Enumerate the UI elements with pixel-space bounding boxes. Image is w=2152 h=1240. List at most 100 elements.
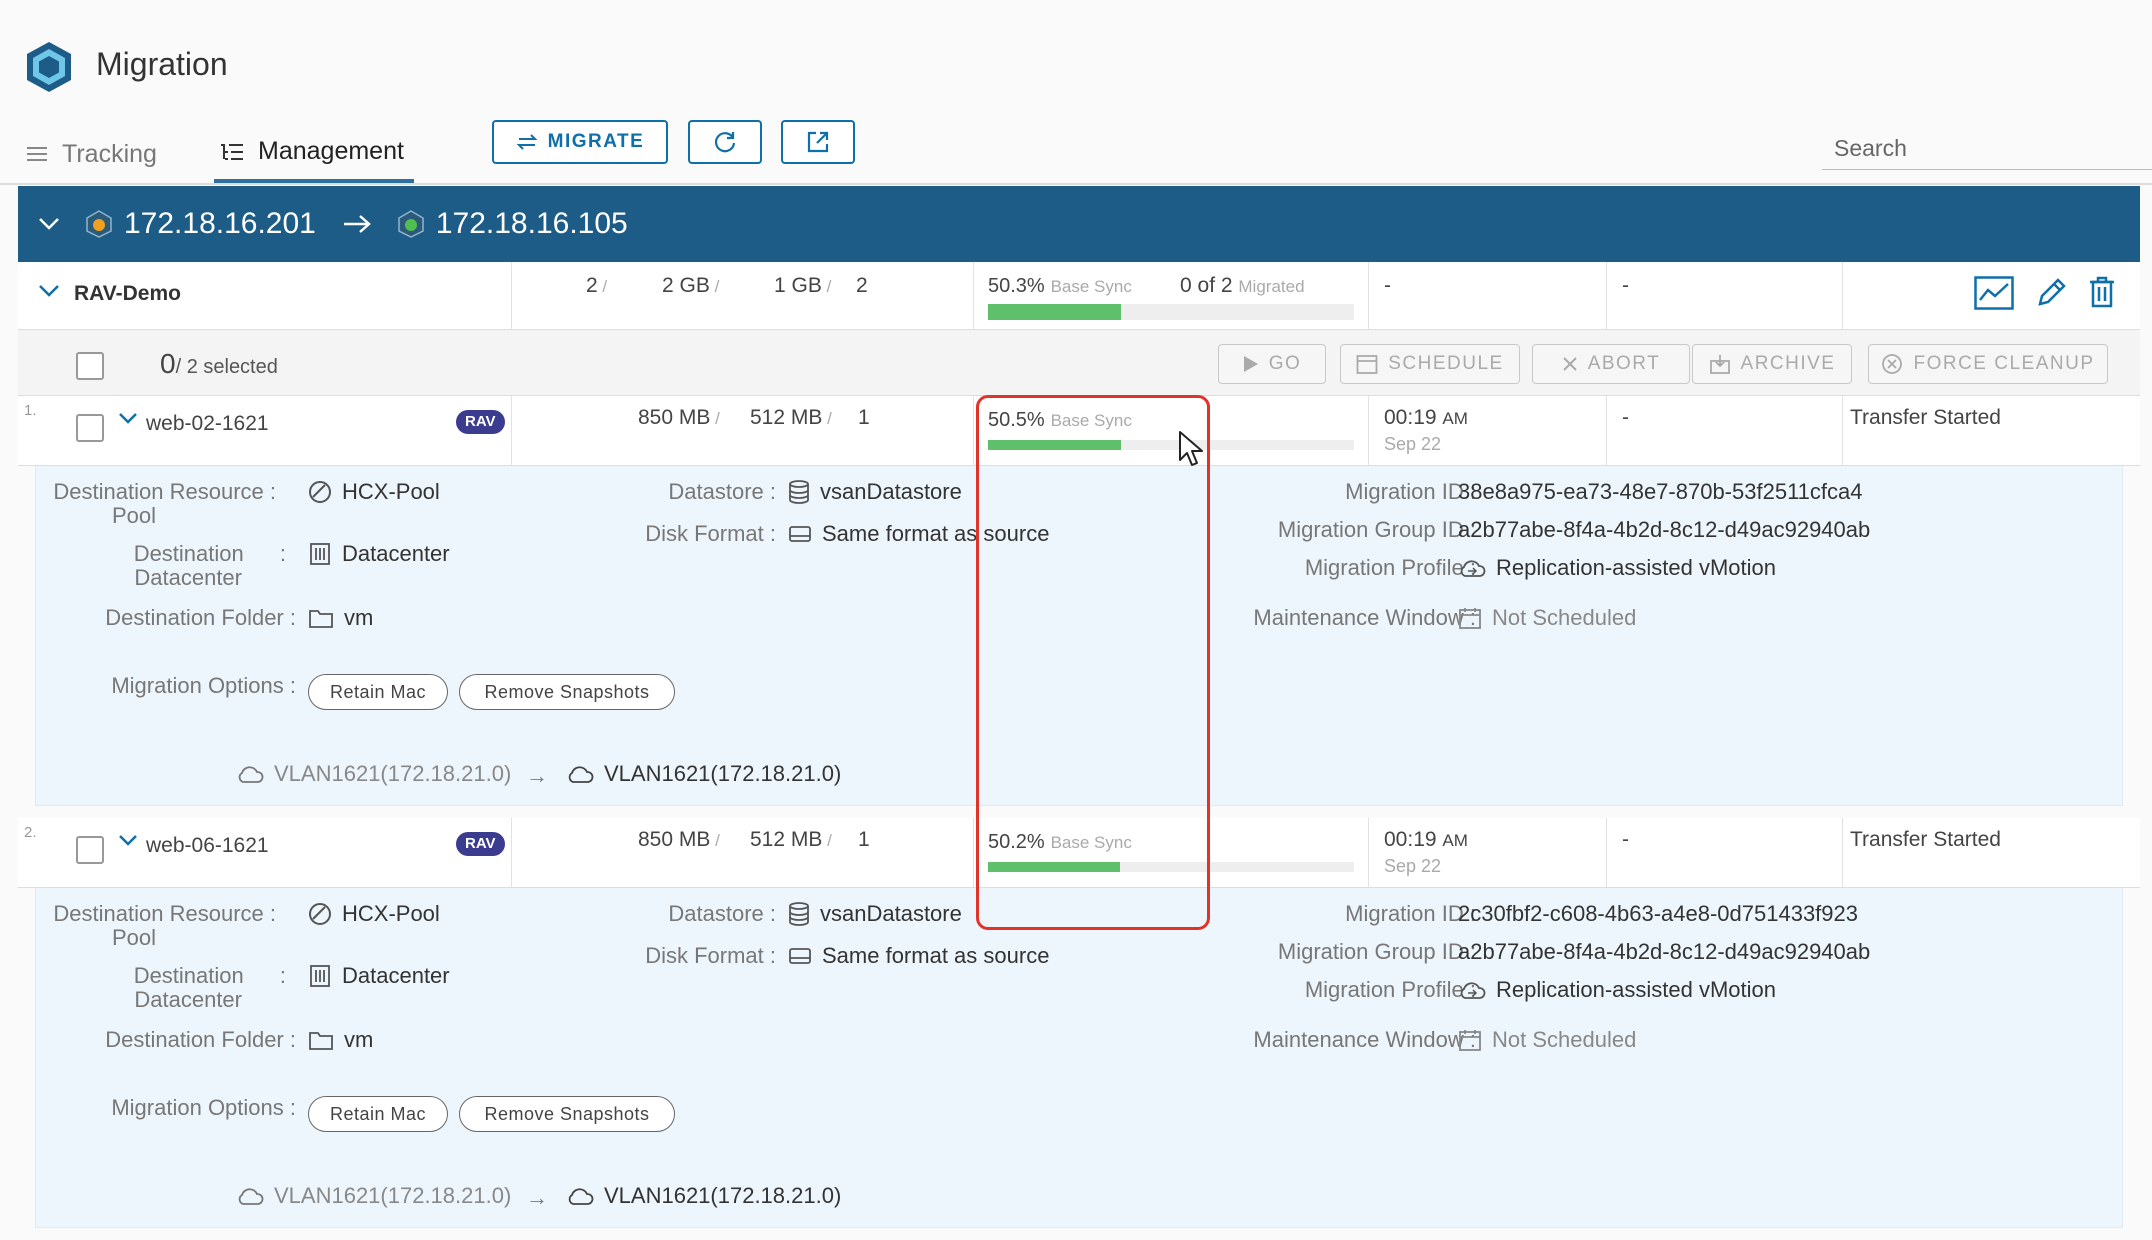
row-checkbox[interactable] [76, 836, 104, 864]
migration-group-id-value: a2b77abe-8f4a-4b2d-8c12-d49ac92940ab [1458, 939, 1871, 964]
cloud-sync-icon [1458, 557, 1486, 579]
site-pair-bar[interactable]: 172.18.16.201 172.18.16.105 [18, 186, 2140, 262]
destination-site-icon [398, 210, 424, 238]
cloud-icon [566, 764, 594, 784]
vm-memory: 512 MB / [750, 406, 832, 429]
vm-progress-bar [988, 440, 1354, 450]
network-destination: VLAN1621(172.18.21.0) [566, 1184, 841, 1208]
resource-pool-icon [308, 480, 332, 504]
migration-profile-label: Migration Profile : [1304, 977, 1476, 1002]
dest-pool-value: HCX-Pool [308, 902, 440, 926]
vm-start-time: 00:19 AM [1384, 828, 1468, 851]
tab-management-label: Management [258, 137, 404, 165]
migration-id-label: Migration ID : [1345, 901, 1476, 926]
group-memory: 1 GB / [774, 274, 832, 297]
header-divider [0, 183, 2152, 185]
page-title: Migration [96, 46, 228, 82]
group-name: RAV-Demo [74, 282, 181, 305]
abort-label: ABORT [1587, 353, 1661, 374]
source-site-ip: 172.18.16.201 [124, 207, 316, 240]
migration-options-label: Migration Options : [111, 673, 296, 698]
close-circle-icon [1881, 353, 1903, 375]
datastore-value: vsanDatastore [788, 480, 962, 504]
chart-icon[interactable] [1974, 276, 2014, 310]
mouse-cursor-icon [1178, 430, 1204, 468]
migration-group-id-label: Migration Group ID : [1277, 939, 1476, 964]
trash-icon[interactable] [2088, 276, 2116, 308]
migration-group-id-value: a2b77abe-8f4a-4b2d-8c12-d49ac92940ab [1458, 517, 1871, 542]
vm-progress-label: 50.5% Base Sync [988, 409, 1132, 431]
row-expand-icon[interactable] [118, 834, 138, 847]
migration-profile-value: Replication-assisted vMotion [1458, 978, 1776, 1002]
list-icon [26, 145, 62, 163]
folder-icon [308, 607, 334, 629]
search-box[interactable]: › [1822, 128, 2152, 170]
migrate-button[interactable]: MIGRATE [492, 120, 668, 164]
vm-col-dash: - [1622, 828, 1629, 851]
building-icon [308, 964, 332, 988]
migration-id-value: 2c30fbf2-c608-4b63-a4e8-0d751433f923 [1458, 901, 1858, 926]
abort-button[interactable]: ABORT [1532, 344, 1690, 384]
retain-mac-pill: Retain Mac [308, 1096, 448, 1132]
migration-row[interactable]: 2. web-06-1621 RAV 850 MB / 512 MB / 1 5… [18, 818, 2140, 888]
force-cleanup-button[interactable]: FORCE CLEANUP [1868, 344, 2108, 384]
network-source: VLAN1621(172.18.21.0) [236, 762, 511, 786]
archive-button[interactable]: ARCHIVE [1692, 344, 1852, 384]
building-icon [308, 542, 332, 566]
folder-icon [308, 1029, 334, 1051]
vm-status: Transfer Started [1850, 828, 2001, 851]
tab-management[interactable]: Management [214, 124, 414, 184]
tab-tracking[interactable]: Tracking [26, 124, 157, 184]
external-link-icon [805, 129, 831, 155]
selected-count: 0/ 2 selected [160, 348, 278, 379]
vm-cpu: 1 [858, 828, 870, 851]
select-all-checkbox[interactable] [76, 352, 104, 380]
go-button[interactable]: GO [1218, 344, 1326, 384]
refresh-icon [712, 129, 738, 155]
vm-start-time: 00:19 AM [1384, 406, 1468, 429]
calendar-icon [1458, 606, 1482, 630]
dest-datacenter-value: Datacenter [308, 542, 450, 566]
group-cpu: 2 [856, 274, 868, 297]
migration-profile-value: Replication-assisted vMotion [1458, 556, 1776, 580]
maintenance-window-value: Not Scheduled [1458, 1028, 1636, 1052]
group-storage: 2 GB / [662, 274, 720, 297]
refresh-button[interactable] [688, 120, 762, 164]
chevron-down-icon[interactable] [38, 217, 60, 231]
migration-row[interactable]: 1. web-02-1621 RAV 850 MB / 512 MB / 1 5… [18, 396, 2140, 466]
group-expand-icon[interactable] [38, 284, 60, 298]
remove-snapshots-pill: Remove Snapshots [459, 674, 675, 710]
archive-label: ARCHIVE [1740, 353, 1836, 374]
dest-datacenter-value: Datacenter [308, 964, 450, 988]
maintenance-window-value: Not Scheduled [1458, 606, 1636, 630]
schedule-button[interactable]: SCHEDULE [1340, 344, 1520, 384]
group-progress-label: 50.3% Base Sync [988, 275, 1132, 297]
row-expand-icon[interactable] [118, 412, 138, 425]
group-migrated-count: 0 of 2 Migrated [1180, 274, 1305, 297]
vm-name[interactable]: web-06-1621 [146, 834, 269, 858]
popout-button[interactable] [781, 120, 855, 164]
database-icon [788, 480, 810, 504]
disk-icon [788, 946, 812, 966]
remove-snapshots-pill: Remove Snapshots [459, 1096, 675, 1132]
vm-start-date: Sep 22 [1384, 856, 1442, 876]
migration-options-label: Migration Options : [111, 1095, 296, 1120]
search-input[interactable] [1822, 128, 2152, 169]
cloud-icon [566, 1186, 594, 1206]
migration-group-row[interactable]: RAV-Demo 2 / 2 GB / 1 GB / 2 50.3% Base … [18, 262, 2140, 330]
vm-storage: 850 MB / [638, 406, 720, 429]
cloud-sync-icon [1458, 979, 1486, 1001]
row-checkbox[interactable] [76, 414, 104, 442]
dest-datacenter-label: Destination : Datacenter [133, 541, 286, 590]
group-vm-count: 2 / [586, 274, 608, 297]
tree-list-icon [220, 142, 258, 162]
source-site-icon [86, 210, 112, 238]
migration-id-value: 38e8a975-ea73-48e7-870b-53f2511cfca4 [1458, 479, 1863, 504]
vm-name[interactable]: web-02-1621 [146, 412, 269, 436]
pencil-icon[interactable] [2036, 276, 2068, 308]
vm-cpu: 1 [858, 406, 870, 429]
migration-details-panel: Destination Resource : Pool HCX-Pool Dest… [35, 888, 2123, 1228]
disk-format-value: Same format as source [788, 522, 1049, 546]
migration-profile-label: Migration Profile : [1304, 555, 1476, 580]
close-icon [1562, 356, 1578, 372]
